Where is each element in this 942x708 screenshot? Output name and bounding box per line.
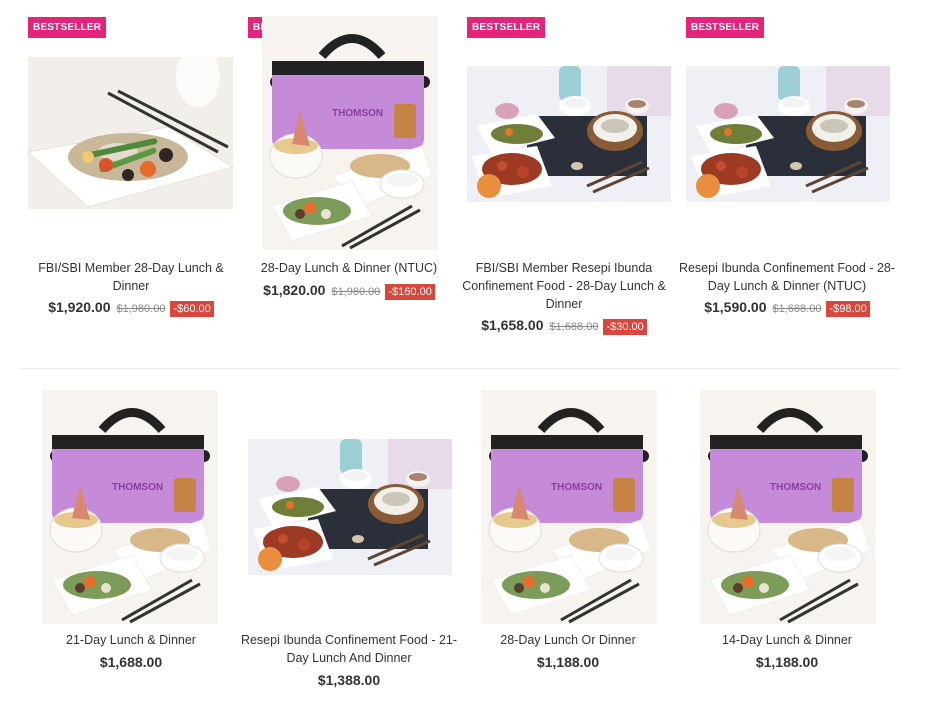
price-row: $1,820.00 $1,980.00 -$160.00 xyxy=(240,282,458,300)
product-name[interactable]: FBI/SBI Member Resepi Ibunda Confinement… xyxy=(455,259,673,313)
original-price: $1,688.00 xyxy=(772,303,822,315)
current-price: $1,820.00 xyxy=(263,282,326,298)
original-price: $1,980.00 xyxy=(331,286,381,298)
thomson-bag-meal-photo[interactable] xyxy=(700,390,876,624)
discount-badge: -$98.00 xyxy=(826,301,870,317)
thomson-bag-meal-photo[interactable] xyxy=(262,16,438,250)
price-row: $1,658.00 $1,688.00 -$30.00 xyxy=(455,317,673,335)
current-price: $1,920.00 xyxy=(48,299,111,315)
price-row: $1,688.00 xyxy=(22,654,240,672)
thomson-bag-meal-photo[interactable] xyxy=(481,390,657,624)
row-divider xyxy=(20,368,900,369)
price-row: $1,188.00 xyxy=(459,654,677,672)
original-price: $1,980.00 xyxy=(116,303,166,315)
bestseller-badge: BESTSELLER xyxy=(686,17,765,38)
resepi-ibunda-meal-photo[interactable] xyxy=(686,66,890,202)
price-row: $1,188.00 xyxy=(678,654,896,672)
discount-badge: -$160.00 xyxy=(385,284,435,300)
bestseller-badge: BESTSELLER xyxy=(467,17,546,38)
current-price: $1,590.00 xyxy=(704,299,767,315)
price-row: $1,590.00 $1,688.00 -$98.00 xyxy=(678,299,896,317)
stir-fry-dish-photo[interactable] xyxy=(28,57,233,209)
current-price: $1,188.00 xyxy=(536,654,600,670)
discount-badge: -$30.00 xyxy=(603,319,647,335)
product-name[interactable]: 14-Day Lunch & Dinner xyxy=(678,631,896,649)
price-row: $1,388.00 xyxy=(240,672,458,690)
product-name[interactable]: FBI/SBI Member 28-Day Lunch & Dinner xyxy=(22,259,240,295)
resepi-ibunda-meal-photo[interactable] xyxy=(248,439,452,575)
current-price: $1,388.00 xyxy=(317,672,381,688)
product-name[interactable]: 28-Day Lunch & Dinner (NTUC) xyxy=(240,259,458,277)
product-name[interactable]: Resepi Ibunda Confinement Food - 28-Day … xyxy=(678,259,896,295)
product-name[interactable]: 28-Day Lunch Or Dinner xyxy=(459,631,677,649)
bestseller-badge: BESTSELLER xyxy=(28,17,107,38)
resepi-ibunda-meal-photo[interactable] xyxy=(467,66,671,202)
price-row: $1,920.00 $1,980.00 -$60.00 xyxy=(22,299,240,317)
thomson-bag-meal-photo[interactable] xyxy=(42,390,218,624)
product-name[interactable]: 21-Day Lunch & Dinner xyxy=(22,631,240,649)
discount-badge: -$60.00 xyxy=(170,301,214,317)
original-price: $1,688.00 xyxy=(549,321,599,333)
current-price: $1,688.00 xyxy=(99,654,163,670)
product-name[interactable]: Resepi Ibunda Confinement Food - 21-Day … xyxy=(240,631,458,667)
current-price: $1,188.00 xyxy=(755,654,819,670)
current-price: $1,658.00 xyxy=(481,317,544,333)
